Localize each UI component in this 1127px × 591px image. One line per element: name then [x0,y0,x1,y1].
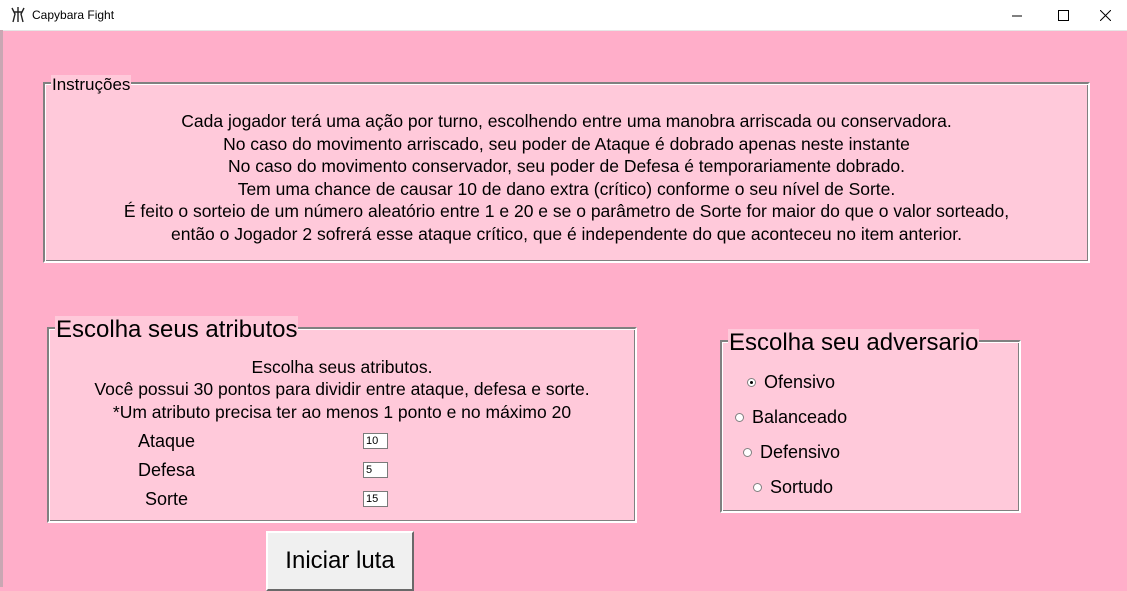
maximize-button[interactable] [1040,0,1086,30]
opponent-group: Escolha seu adversario Ofensivo Balancea… [720,329,1021,513]
radio-defensive[interactable]: Defensivo [743,442,840,463]
minimize-button[interactable] [994,0,1040,30]
instruction-line: então o Jogador 2 sofrerá esse ataque cr… [171,224,962,244]
luck-label: Sorte [145,489,189,509]
instruction-line: Tem uma chance de causar 10 de dano extr… [237,179,896,199]
maximize-icon [1057,9,1069,21]
attributes-legend: Escolha seus atributos [55,316,299,344]
radio-lucky[interactable]: Sortudo [753,477,833,498]
attributes-intro-text: Escolha seus atributos. [251,357,433,377]
opponent-legend: Escolha seu adversario [728,329,980,357]
luck-input[interactable] [363,491,388,507]
window-left-border [0,30,3,587]
attack-input[interactable] [363,433,388,449]
radio-balanced[interactable]: Balanceado [735,407,847,428]
attack-label: Ataque [138,431,196,451]
instruction-line: É feito o sorteio de um número aleatório… [123,201,1010,221]
close-button[interactable] [1082,0,1127,30]
close-icon [1099,9,1111,21]
instructions-group: Instruções Cada jogador terá uma ação po… [43,75,1090,263]
attributes-points-text: Você possui 30 pontos para dividir entre… [94,379,590,399]
minimize-icon [1011,15,1022,16]
radio-offensive[interactable]: Ofensivo [747,372,835,393]
title-bar: Capybara Fight [0,0,1127,31]
window-title: Capybara Fight [32,8,115,22]
radio-button[interactable] [735,413,744,422]
instructions-legend: Instruções [51,75,132,95]
attributes-rule-text: *Um atributo precisa ter ao menos 1 pont… [112,402,572,422]
radio-button[interactable] [753,483,762,492]
radio-button[interactable] [743,448,752,457]
radio-label: Ofensivo [764,372,836,392]
defense-label: Defesa [138,460,196,480]
attributes-group: Escolha seus atributos Escolha seus atri… [47,316,637,523]
radio-label: Balanceado [752,407,848,427]
radio-button-checked[interactable] [747,378,756,387]
instruction-line: No caso do movimento conservador, seu po… [227,156,906,176]
instruction-line: Cada jogador terá uma ação por turno, es… [181,111,952,131]
radio-label: Sortudo [770,477,834,497]
radio-label: Defensivo [760,442,841,462]
defense-input[interactable] [363,462,388,478]
capybara-app-icon [11,7,25,23]
start-fight-button[interactable]: Iniciar luta [266,531,414,591]
instruction-line: No caso do movimento arriscado, seu pode… [223,134,910,154]
